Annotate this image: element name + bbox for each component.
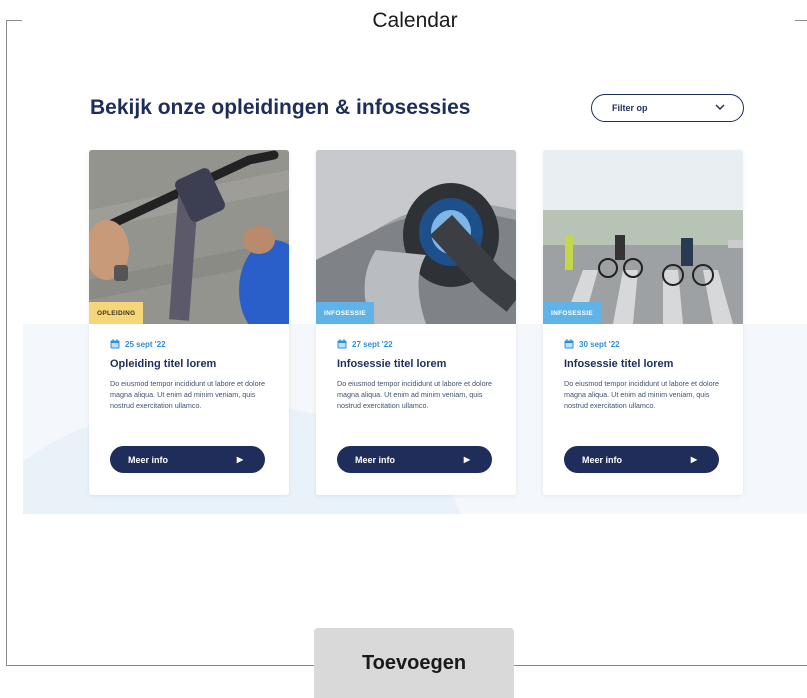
category-tag: INFOSESSIE [316,302,375,324]
card-title: Infosessie titel lorem [337,358,447,370]
frame-line [6,20,7,665]
chevron-down-icon [715,103,725,113]
event-card: INFOSESSIE 27 sept '22 Infosessie titel … [316,150,516,495]
event-date: 25 sept '22 [110,339,166,349]
card-image-cyclists [543,150,743,324]
meer-info-button[interactable]: Meer info ▶ [337,446,492,473]
card-description: Do eiusmod tempor incididunt ut labore e… [337,379,493,410]
event-date-text: 30 sept '22 [579,339,620,349]
section-heading: Bekijk onze opleidingen & infosessies [90,96,471,119]
play-icon: ▶ [463,455,470,464]
play-icon: ▶ [690,455,697,464]
event-date-text: 25 sept '22 [125,339,166,349]
meer-info-label: Meer info [582,454,623,465]
event-card: OPLEIDING 25 sept '22 Opleiding titel lo… [89,150,289,495]
card-title: Infosessie titel lorem [564,358,674,370]
frame-title: Calendar [330,9,500,33]
category-tag: INFOSESSIE [543,302,602,324]
event-date: 27 sept '22 [337,339,393,349]
calendar-icon [337,339,347,349]
frame-line [6,20,22,21]
card-image-scooter [89,150,289,324]
meer-info-button[interactable]: Meer info ▶ [110,446,265,473]
category-tag: OPLEIDING [89,302,144,324]
card-description: Do eiusmod tempor incididunt ut labore e… [564,379,720,410]
meer-info-label: Meer info [128,454,169,465]
event-date-text: 27 sept '22 [352,339,393,349]
meer-info-label: Meer info [355,454,396,465]
calendar-icon [110,339,120,349]
add-button[interactable]: Toevoegen [314,628,514,698]
frame-line [6,665,314,666]
calendar-icon [564,339,574,349]
card-title: Opleiding titel lorem [110,358,217,370]
event-card: INFOSESSIE 30 sept '22 Infosessie titel … [543,150,743,495]
card-description: Do eiusmod tempor incididunt ut labore e… [110,379,266,410]
frame-line [514,665,807,666]
card-image-charging [316,150,516,324]
filter-dropdown[interactable]: Filter op [591,94,744,122]
frame-line [795,20,807,21]
filter-label: Filter op [612,103,648,113]
event-date: 30 sept '22 [564,339,620,349]
meer-info-button[interactable]: Meer info ▶ [564,446,719,473]
play-icon: ▶ [236,455,243,464]
